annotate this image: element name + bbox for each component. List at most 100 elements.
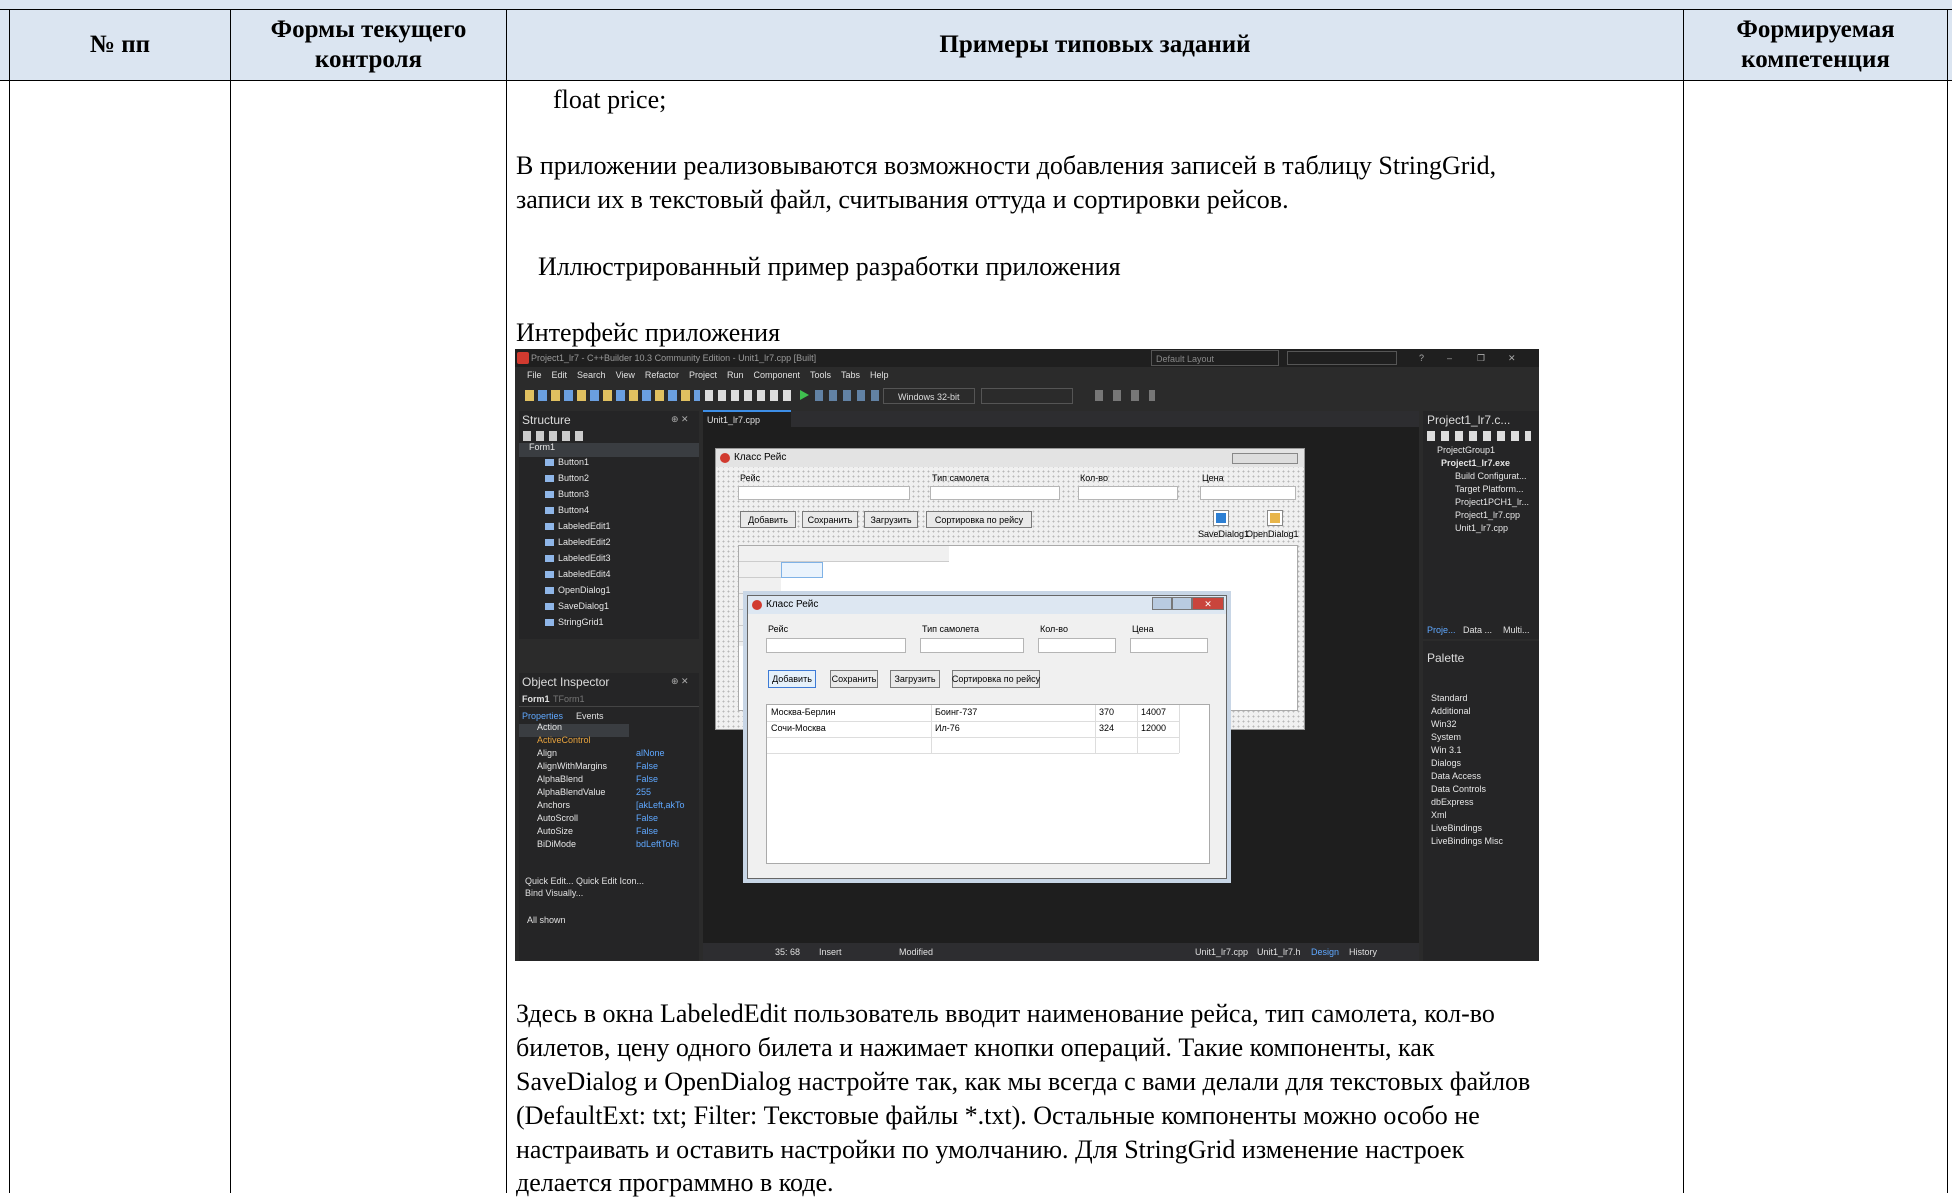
- save-dialog-icon[interactable]: [1213, 510, 1229, 526]
- structure-item[interactable]: Button4: [545, 505, 589, 515]
- property-name[interactable]: Anchors: [537, 800, 570, 810]
- palette-item[interactable]: Standard: [1431, 693, 1468, 703]
- designer-edit-count[interactable]: [1078, 486, 1178, 500]
- menu-refactor[interactable]: Refactor: [645, 367, 679, 385]
- palette-item[interactable]: System: [1431, 732, 1461, 742]
- property-name[interactable]: Action: [537, 722, 562, 732]
- grid-cell[interactable]: 14007: [1141, 707, 1166, 717]
- running-edit-count[interactable]: [1038, 638, 1116, 653]
- running-edit-price[interactable]: [1130, 638, 1208, 653]
- running-add-button[interactable]: Добавить: [768, 670, 816, 688]
- palette-item[interactable]: Dialogs: [1431, 758, 1461, 768]
- window-buttons-icon[interactable]: [1232, 453, 1298, 464]
- structure-item[interactable]: SaveDialog1: [545, 601, 609, 611]
- toolbar-icons-mid[interactable]: [705, 390, 793, 401]
- project-tab[interactable]: Proje...: [1427, 622, 1456, 638]
- grid-cell[interactable]: Ил-76: [935, 723, 960, 733]
- toolbar-icons-left[interactable]: [525, 390, 700, 401]
- structure-toolbar[interactable]: [523, 431, 583, 441]
- property-name[interactable]: AutoSize: [537, 826, 573, 836]
- property-name[interactable]: BiDiMode: [537, 839, 576, 849]
- ide-search-box[interactable]: [1287, 351, 1397, 365]
- palette-item[interactable]: Win32: [1431, 719, 1457, 729]
- editor-tab[interactable]: Unit1_lr7.cpp: [703, 410, 791, 428]
- menu-tools[interactable]: Tools: [810, 367, 831, 385]
- grid-cell[interactable]: 324: [1099, 723, 1114, 733]
- structure-item[interactable]: OpenDialog1: [545, 585, 611, 595]
- designer-save-button[interactable]: Сохранить: [802, 511, 858, 528]
- project-item[interactable]: Project1PCH1_lr...: [1455, 497, 1529, 507]
- grid-cell[interactable]: Москва-Берлин: [771, 707, 836, 717]
- designer-edit-flight[interactable]: [738, 486, 910, 500]
- property-name[interactable]: Align: [537, 748, 557, 758]
- project-tab[interactable]: Multi...: [1503, 622, 1530, 638]
- status-tab[interactable]: Unit1_lr7.cpp: [1195, 944, 1248, 960]
- property-value[interactable]: False: [636, 774, 658, 784]
- menu-help[interactable]: Help: [870, 367, 889, 385]
- running-string-grid[interactable]: Москва-Берлин Боинг-737 370 14007 Сочи-М…: [766, 704, 1210, 864]
- toolbar-icons-run[interactable]: [815, 390, 885, 401]
- running-save-button[interactable]: Сохранить: [830, 670, 878, 688]
- structure-item[interactable]: LabeledEdit2: [545, 537, 611, 547]
- property-value[interactable]: False: [636, 813, 658, 823]
- property-value[interactable]: 255: [636, 787, 651, 797]
- menu-view[interactable]: View: [616, 367, 635, 385]
- property-value[interactable]: alNone: [636, 748, 665, 758]
- menu-project[interactable]: Project: [689, 367, 717, 385]
- menu-tabs[interactable]: Tabs: [841, 367, 860, 385]
- running-close-icon[interactable]: ✕: [1192, 597, 1224, 610]
- running-load-button[interactable]: Загрузить: [890, 670, 940, 688]
- project-item[interactable]: Target Platform...: [1455, 484, 1524, 494]
- project-toolbar[interactable]: [1427, 431, 1531, 441]
- object-selector[interactable]: Form1 TForm1: [519, 693, 699, 707]
- menu-file[interactable]: File: [527, 367, 542, 385]
- structure-item[interactable]: Button3: [545, 489, 589, 499]
- structure-item[interactable]: LabeledEdit1: [545, 521, 611, 531]
- property-value[interactable]: bdLeftToRi: [636, 839, 679, 849]
- structure-item[interactable]: Button2: [545, 473, 589, 483]
- bind-visually-link[interactable]: Bind Visually...: [525, 885, 583, 901]
- project-item[interactable]: Unit1_lr7.cpp: [1455, 523, 1508, 533]
- palette-item[interactable]: Data Controls: [1431, 784, 1486, 794]
- designer-add-button[interactable]: Добавить: [740, 511, 796, 528]
- maximize-icon[interactable]: ❐: [1477, 350, 1485, 366]
- structure-item[interactable]: StringGrid1: [545, 617, 604, 627]
- property-name[interactable]: AutoScroll: [537, 813, 578, 823]
- running-maximize-icon[interactable]: [1172, 597, 1192, 610]
- property-value[interactable]: [akLeft,akTo: [636, 800, 685, 810]
- palette-item[interactable]: Xml: [1431, 810, 1447, 820]
- tab-events[interactable]: Events: [576, 708, 604, 724]
- structure-root-row[interactable]: Form1: [519, 442, 699, 457]
- palette-item[interactable]: Additional: [1431, 706, 1471, 716]
- palette-item[interactable]: Data Access: [1431, 771, 1481, 781]
- grid-cell[interactable]: 12000: [1141, 723, 1166, 733]
- property-value[interactable]: False: [636, 826, 658, 836]
- minimize-icon[interactable]: –: [1447, 350, 1452, 366]
- grid-cell[interactable]: Боинг-737: [935, 707, 977, 717]
- palette-item[interactable]: Win 3.1: [1431, 745, 1462, 755]
- running-edit-plane[interactable]: [920, 638, 1024, 653]
- project-item[interactable]: Build Configurat...: [1455, 471, 1527, 481]
- structure-pin-icon[interactable]: ⊕ ✕: [671, 411, 689, 427]
- designer-load-button[interactable]: Загрузить: [864, 511, 918, 528]
- property-name[interactable]: AlphaBlendValue: [537, 787, 605, 797]
- status-tab[interactable]: Unit1_lr7.h: [1257, 944, 1301, 960]
- config-select[interactable]: [981, 388, 1073, 404]
- project-item[interactable]: Project1_lr7.exe: [1441, 458, 1510, 468]
- property-name[interactable]: ActiveControl: [537, 735, 591, 745]
- open-dialog-icon[interactable]: [1267, 510, 1283, 526]
- property-value[interactable]: False: [636, 761, 658, 771]
- structure-item[interactable]: Button1: [545, 457, 589, 467]
- designer-edit-price[interactable]: [1200, 486, 1296, 500]
- nav-arrows-icon[interactable]: [1095, 390, 1155, 401]
- designer-sort-button[interactable]: Сортировка по рейсу: [926, 511, 1032, 528]
- designer-edit-plane[interactable]: [930, 486, 1060, 500]
- running-edit-flight[interactable]: [766, 638, 906, 653]
- menu-edit[interactable]: Edit: [552, 367, 568, 385]
- palette-item[interactable]: LiveBindings: [1431, 823, 1482, 833]
- run-icon[interactable]: [800, 390, 809, 400]
- close-icon[interactable]: ✕: [1508, 350, 1516, 366]
- grid-cell[interactable]: 370: [1099, 707, 1114, 717]
- property-name[interactable]: AlphaBlend: [537, 774, 583, 784]
- running-sort-button[interactable]: Сортировка по рейсу: [952, 670, 1040, 688]
